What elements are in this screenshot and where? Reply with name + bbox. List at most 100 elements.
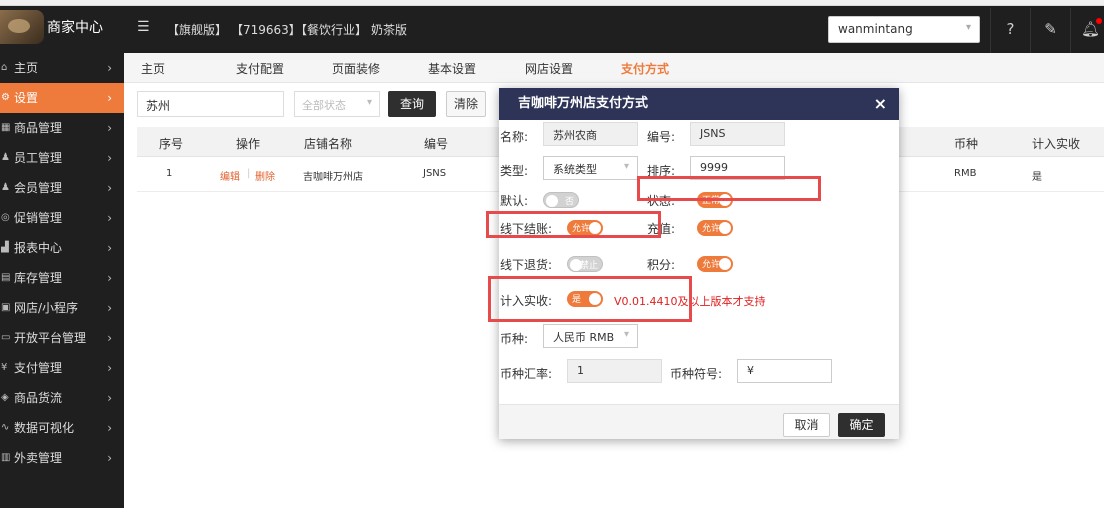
- toggle-knob: [546, 195, 558, 207]
- close-icon[interactable]: ×: [874, 88, 887, 120]
- chevron-right-icon: ›: [107, 211, 112, 225]
- chevron-right-icon: ›: [107, 331, 112, 345]
- promo-icon: ◎: [1, 212, 10, 223]
- code-cell: JSNS: [423, 168, 447, 179]
- rate-field[interactable]: 1: [567, 359, 662, 383]
- symbol-field[interactable]: ¥: [737, 359, 832, 383]
- cancel-button[interactable]: 取消: [783, 413, 830, 437]
- status-select[interactable]: 全部状态 ▾: [294, 91, 380, 117]
- search-input[interactable]: 苏州: [137, 91, 284, 117]
- confirm-button[interactable]: 确定: [838, 413, 885, 437]
- tab-payment-config[interactable]: 支付配置: [236, 60, 284, 77]
- sidebar-item-label: 商品货流: [14, 391, 63, 405]
- chevron-right-icon: ›: [107, 151, 112, 165]
- delete-link[interactable]: 删除: [255, 168, 275, 183]
- chevron-right-icon: ›: [107, 421, 112, 435]
- chevron-right-icon: ›: [107, 181, 112, 195]
- status-select-placeholder: 全部状态: [302, 99, 346, 112]
- tab-basic-settings[interactable]: 基本设置: [428, 60, 476, 77]
- query-button[interactable]: 查询: [388, 91, 436, 117]
- top-header: 商家中心 ☰ 【旗舰版】 【719663】 【餐饮行业】 奶茶版 wanmint…: [0, 0, 1104, 53]
- sidebar-item-shop[interactable]: ▣ 网店/小程序 ›: [0, 293, 124, 323]
- platform-icon: ▭: [1, 332, 11, 343]
- sidebar-item-visualization[interactable]: ∿ 数据可视化 ›: [0, 413, 124, 443]
- sidebar-item-goods[interactable]: ▦ 商品管理 ›: [0, 113, 124, 143]
- offline-return-label: 线下退货:: [500, 258, 553, 272]
- sidebar-item-platform[interactable]: ▭ 开放平台管理 ›: [0, 323, 124, 353]
- sidebar-item-payment[interactable]: ¥ 支付管理 ›: [0, 353, 124, 383]
- column-header: 序号: [159, 137, 184, 151]
- toggle-text: 否: [564, 197, 574, 207]
- sidebar-item-staff[interactable]: ♟ 员工管理 ›: [0, 143, 124, 173]
- sidebar-item-label: 会员管理: [14, 181, 63, 195]
- tab-payment-methods[interactable]: 支付方式: [621, 60, 669, 77]
- chevron-right-icon: ›: [107, 301, 112, 315]
- sidebar-item-reports[interactable]: ▟ 报表中心 ›: [0, 233, 124, 263]
- tab-home[interactable]: 主页: [141, 60, 165, 77]
- chevron-right-icon: ›: [107, 271, 112, 285]
- sidebar-item-promotion[interactable]: ◎ 促销管理 ›: [0, 203, 124, 233]
- column-header: 币种: [954, 137, 979, 151]
- clear-button[interactable]: 清除: [446, 91, 486, 117]
- sidebar-item-label: 数据可视化: [14, 421, 75, 435]
- visual-icon: ∿: [1, 422, 10, 433]
- chevron-right-icon: ›: [107, 391, 112, 405]
- bell-icon[interactable]: 🔔︎: [1070, 8, 1104, 53]
- sidebar-item-settings[interactable]: ⚙ 设置 ›: [0, 83, 124, 113]
- default-toggle[interactable]: 否: [543, 192, 579, 208]
- sidebar-item-label: 支付管理: [14, 361, 63, 375]
- sidebar-item-label: 库存管理: [14, 271, 63, 285]
- user-select[interactable]: wanmintang ▾: [828, 16, 980, 43]
- sidebar-item-label: 商品管理: [14, 121, 63, 135]
- edition-tag: 【旗舰版】: [167, 23, 228, 37]
- toggle-text: 禁止: [579, 261, 598, 271]
- brand-logo: [0, 10, 44, 44]
- points-label: 积分:: [647, 258, 676, 272]
- sidebar-item-label: 设置: [14, 91, 39, 105]
- sidebar-item-label: 员工管理: [14, 151, 63, 165]
- offline-return-toggle[interactable]: 禁止: [567, 256, 603, 272]
- chevron-right-icon: ›: [107, 61, 112, 75]
- sidebar-item-members[interactable]: ♟ 会员管理 ›: [0, 173, 124, 203]
- sidebar-item-label: 促销管理: [14, 211, 63, 225]
- member-icon: ♟: [1, 182, 10, 193]
- tab-page-decoration[interactable]: 页面装修: [332, 60, 380, 77]
- sidebar-item-label: 网店/小程序: [14, 301, 79, 315]
- currency-select[interactable]: 人民币 RMB ▾: [543, 324, 638, 348]
- column-header: 店铺名称: [304, 137, 353, 151]
- sidebar-item-stock[interactable]: ▤ 库存管理 ›: [0, 263, 124, 293]
- sidebar-item-logistics[interactable]: ◈ 商品货流 ›: [0, 383, 124, 413]
- rate-label: 币种汇率:: [500, 367, 553, 381]
- chevron-right-icon: ›: [107, 121, 112, 135]
- highlight-box-status: [637, 176, 821, 201]
- recharge-toggle[interactable]: 允许: [697, 220, 733, 236]
- code-field[interactable]: JSNS: [690, 122, 785, 146]
- name-field[interactable]: 苏州农商: [543, 122, 638, 146]
- edit-link[interactable]: 编辑: [220, 168, 240, 183]
- help-icon[interactable]: ?: [990, 8, 1030, 53]
- gear-icon: ⚙: [1, 92, 10, 103]
- pay-icon: ¥: [1, 362, 8, 373]
- chevron-down-icon: ▾: [965, 22, 971, 33]
- sidebar-item-home[interactable]: ⌂ 主页 ›: [0, 53, 124, 83]
- browser-edge: [0, 0, 1104, 6]
- notification-dot: [1096, 18, 1102, 24]
- chevron-down-icon: ▾: [366, 97, 372, 108]
- tab-shop-settings[interactable]: 网店设置: [525, 60, 573, 77]
- username: wanmintang: [838, 22, 913, 36]
- points-toggle[interactable]: 允许: [697, 256, 733, 272]
- sidebar-item-label: 外卖管理: [14, 451, 63, 465]
- dialog-title: 吉咖啡万州店支付方式: [518, 96, 649, 111]
- chevron-right-icon: ›: [107, 241, 112, 255]
- home-icon: ⌂: [1, 62, 8, 73]
- sidebar-item-label: 开放平台管理: [14, 331, 87, 345]
- edit-icon[interactable]: ✎: [1030, 8, 1070, 53]
- sidebar-item-takeout[interactable]: ▥ 外卖管理 ›: [0, 443, 124, 473]
- chevron-right-icon: ›: [107, 91, 112, 105]
- chevron-down-icon: ▾: [623, 161, 629, 172]
- currency-cell: RMB: [954, 168, 977, 179]
- column-header: 计入实收: [1032, 137, 1081, 151]
- column-header: 编号: [424, 137, 449, 151]
- type-select[interactable]: 系统类型 ▾: [543, 156, 638, 180]
- menu-fold-icon[interactable]: ☰: [137, 19, 150, 35]
